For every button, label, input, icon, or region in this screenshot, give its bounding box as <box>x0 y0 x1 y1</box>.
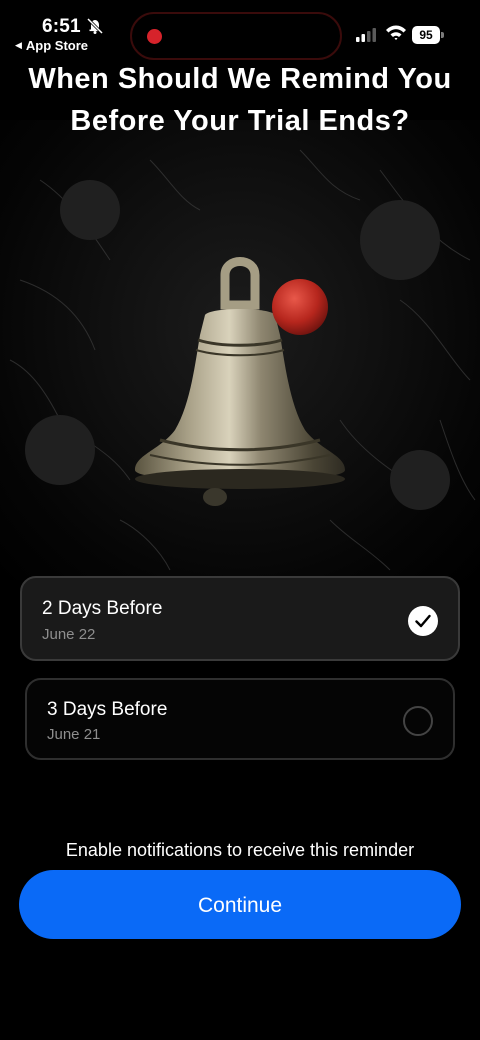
reminder-option-2-days[interactable]: 2 Days Before June 22 <box>20 576 460 661</box>
battery-icon: 95 <box>412 26 440 44</box>
continue-button[interactable]: Continue <box>19 870 461 939</box>
checkmark-icon <box>408 606 438 636</box>
status-bar: 6:51 ◀ App Store 95 <box>0 0 480 60</box>
battery-tip <box>441 32 444 38</box>
status-time: 6:51 <box>42 16 81 37</box>
radio-circle-icon <box>403 706 433 736</box>
option-date: June 22 <box>42 626 96 643</box>
option-title: 2 Days Before <box>42 598 163 619</box>
bell-illustration <box>130 255 350 515</box>
back-triangle-icon: ◀ <box>15 40 22 50</box>
page-title: When Should We Remind You Before Your Tr… <box>28 63 452 137</box>
reminder-option-3-days[interactable]: 3 Days Before June 21 <box>25 678 455 760</box>
dynamic-island <box>130 12 342 60</box>
cellular-signal-icon <box>356 27 378 48</box>
record-dot-icon <box>147 29 162 44</box>
screen: 6:51 ◀ App Store 95 When Should We Remin… <box>0 0 480 1040</box>
back-app-label: App Store <box>25 38 89 53</box>
wifi-icon <box>385 24 407 47</box>
option-date: June 21 <box>47 726 101 743</box>
option-title: 3 Days Before <box>47 699 168 720</box>
back-to-app-store[interactable]: ◀ App Store <box>15 38 88 53</box>
bell-slash-icon <box>86 17 104 35</box>
notification-hint: Enable notifications to receive this rem… <box>65 840 415 860</box>
